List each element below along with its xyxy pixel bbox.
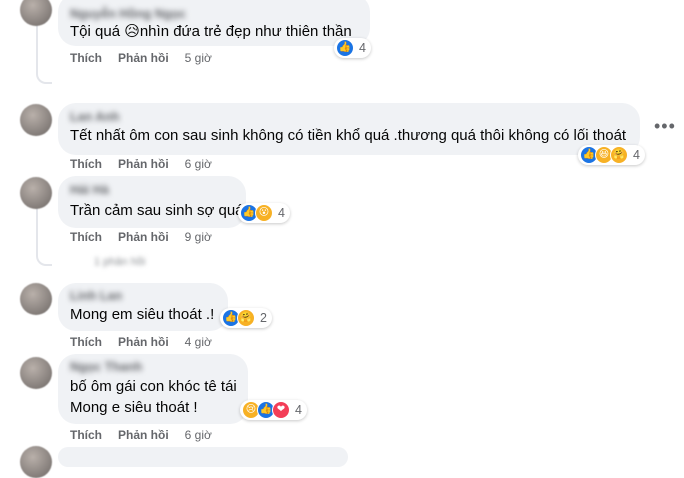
comment-author[interactable]: Ngọc Thanh	[70, 360, 142, 374]
care-icon: 🤗	[237, 309, 255, 327]
reaction-count: 2	[260, 311, 267, 325]
comment-author[interactable]: Linh Lan	[70, 289, 122, 303]
comment-actions: Thích Phản hồi 4 giờ	[70, 335, 228, 349]
reply-thread-line	[36, 208, 52, 266]
comment-text: Trần cảm sau sinh sợ quá	[70, 202, 244, 219]
like-button[interactable]: Thích	[70, 51, 102, 65]
comment-actions: Thích Phản hồi 5 giờ	[70, 51, 228, 65]
comment-text: Mong em siêu thoát .!	[70, 306, 215, 323]
reply-button[interactable]: Phản hồi	[118, 157, 169, 171]
avatar[interactable]	[20, 283, 52, 315]
reply-button[interactable]: Phản hồi	[118, 51, 169, 65]
avatar[interactable]	[20, 104, 52, 136]
reaction-summary[interactable]: 👍 4	[334, 38, 371, 58]
comment-actions: Thích Phản hồi 9 giờ	[70, 230, 228, 244]
comment-time[interactable]: 6 giờ	[185, 428, 212, 442]
reaction-summary[interactable]: 👍 😆 🤗 4	[578, 145, 645, 165]
reply-hint[interactable]: 1 phản hồi	[94, 256, 145, 268]
reply-button[interactable]: Phản hồi	[118, 230, 169, 244]
like-icon: 👍	[336, 39, 354, 57]
like-button[interactable]: Thích	[70, 335, 102, 349]
reaction-count: 4	[295, 403, 302, 417]
comment-author[interactable]: Lan Anh	[70, 110, 120, 124]
like-button[interactable]: Thích	[70, 157, 102, 171]
wow-icon: 😮	[255, 204, 273, 222]
more-options-icon[interactable]: •••	[654, 116, 676, 137]
comment-actions: Thích Phản hồi 6 giờ	[70, 157, 228, 171]
comment-text: Tết nhất ôm con sau sinh không có tiền k…	[70, 127, 627, 144]
reaction-summary[interactable]: 👍 😮 4	[238, 203, 290, 223]
comment-time[interactable]: 6 giờ	[185, 157, 212, 171]
reaction-count: 4	[359, 41, 366, 55]
comment-author[interactable]: Hải Hà	[70, 183, 109, 197]
love-icon: ❤	[272, 401, 290, 419]
comment-text: Tội quá 😥nhìn đứa trẻ đẹp như thiên thần	[70, 23, 352, 40]
reply-button[interactable]: Phản hồi	[118, 335, 169, 349]
avatar[interactable]	[20, 177, 52, 209]
reply-button[interactable]: Phản hồi	[118, 428, 169, 442]
comment-time[interactable]: 5 giờ	[185, 51, 212, 65]
reaction-summary[interactable]: 👍 🤗 2	[220, 308, 272, 328]
comment-time[interactable]: 9 giờ	[185, 230, 212, 244]
reaction-count: 4	[278, 206, 285, 220]
care-icon: 🤗	[610, 146, 628, 164]
comment-author[interactable]: Nguyễn Hồng Ngọc	[70, 7, 186, 21]
comment-actions: Thích Phản hồi 6 giờ	[70, 428, 228, 442]
like-button[interactable]: Thích	[70, 230, 102, 244]
comment-text: Mong e siêu thoát !	[70, 399, 198, 416]
comment-bubble	[58, 447, 348, 467]
like-button[interactable]: Thích	[70, 428, 102, 442]
reaction-summary[interactable]: 😢 👍 ❤ 4	[240, 400, 307, 420]
reaction-count: 4	[633, 148, 640, 162]
avatar[interactable]	[20, 357, 52, 389]
comment-text: bố ôm gái con khóc tê tái	[70, 378, 237, 395]
comment-time[interactable]: 4 giờ	[185, 335, 212, 349]
